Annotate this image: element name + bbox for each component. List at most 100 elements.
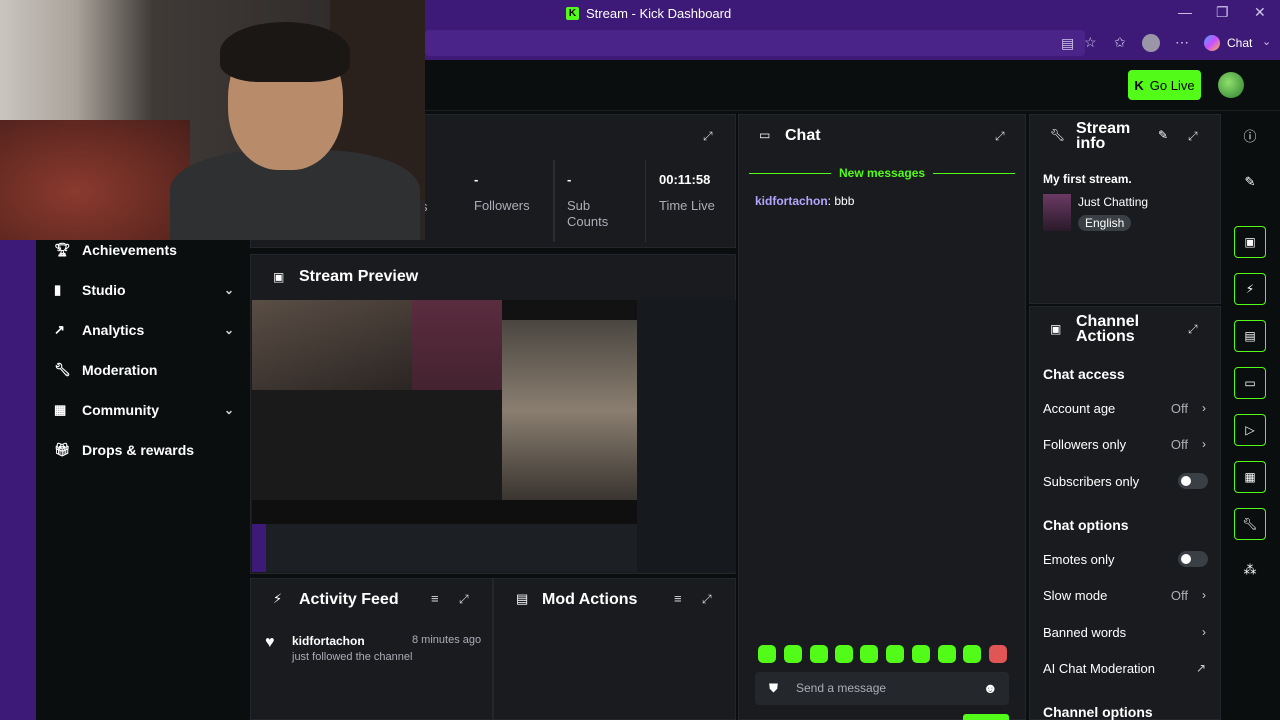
chat-panel: ▭ Chat ⤢ New messages kidfortachon: bbb xyxy=(738,114,1026,720)
more-icon[interactable]: ⋯ xyxy=(1175,34,1189,51)
filter-icon[interactable]: ≡ xyxy=(674,591,682,606)
ai-chat-moderation-row[interactable]: AI Chat Moderation ↗ xyxy=(1043,658,1208,678)
info-icon[interactable]: ⓘ xyxy=(1240,125,1260,145)
play-toggle-icon[interactable]: ▷ xyxy=(1234,414,1266,446)
slow-mode-value: Off xyxy=(1170,587,1188,603)
account-age-row[interactable]: Account age Off › xyxy=(1043,398,1208,418)
expand-icon[interactable]: ⤢ xyxy=(995,129,1005,144)
activity-user[interactable]: kidfortachon xyxy=(292,634,365,648)
chat-title: Chat xyxy=(785,127,821,144)
window-edge xyxy=(0,240,36,720)
wrench-icon: 🔧︎ xyxy=(1050,128,1066,142)
restore-icon[interactable]: ❐ xyxy=(1216,4,1229,21)
emoji-icon[interactable]: ☻ xyxy=(983,680,998,696)
list-toggle-icon[interactable]: ▤ xyxy=(1234,320,1266,352)
copilot-icon[interactable] xyxy=(1204,35,1220,51)
emote-icon[interactable] xyxy=(938,645,956,663)
expand-icon[interactable]: ⤢ xyxy=(1188,322,1198,337)
favorite-star-icon[interactable]: ☆ xyxy=(1084,34,1097,51)
chat-toggle-icon[interactable]: ▭ xyxy=(1234,367,1266,399)
emote-icon[interactable] xyxy=(784,645,802,663)
bolt-icon: ⚡︎ xyxy=(273,591,283,606)
expand-icon[interactable]: ⤢ xyxy=(1188,129,1198,144)
avatar[interactable] xyxy=(1218,72,1244,98)
stat-time-live: 00:11:58 Time Live xyxy=(646,160,734,242)
mod-actions-panel: ▤ Mod Actions ≡ ⤢ xyxy=(493,578,736,720)
emote-icon[interactable] xyxy=(989,645,1007,663)
chevron-down-icon[interactable]: ⌄ xyxy=(1262,35,1271,48)
wrench-toggle-icon[interactable]: 🔧︎ xyxy=(1234,508,1266,540)
stream-category[interactable]: Just Chatting xyxy=(1078,195,1148,209)
close-window-icon[interactable]: ✕ xyxy=(1254,4,1266,21)
external-link-icon: ↗ xyxy=(1195,661,1206,675)
chevron-down-icon: ⌄ xyxy=(223,323,234,337)
activity-feed-title: Activity Feed xyxy=(299,591,399,608)
expand-icon[interactable]: ⤢ xyxy=(703,129,713,144)
new-messages-label: New messages xyxy=(831,166,934,180)
subscribers-only-toggle[interactable] xyxy=(1178,473,1208,489)
language-badge: English xyxy=(1078,215,1132,231)
sidebar-item-moderation[interactable]: 🔧︎ Moderation xyxy=(54,355,234,385)
followers-label: Followers xyxy=(474,198,530,213)
chat-username[interactable]: kidfortachon xyxy=(755,194,828,208)
emotes-only-row: Emotes only xyxy=(1043,549,1208,569)
ai-chat-moderation-label: AI Chat Moderation xyxy=(1043,660,1156,676)
emote-icon[interactable] xyxy=(963,645,981,663)
edit-icon[interactable]: ✎ xyxy=(1158,128,1168,142)
banned-words-row[interactable]: Banned words › xyxy=(1043,622,1208,642)
slow-mode-row[interactable]: Slow mode Off › xyxy=(1043,585,1208,605)
sidebar-item-analytics[interactable]: ↗ Analytics ⌄ xyxy=(54,315,234,345)
sidebar-item-studio[interactable]: ▮ Studio ⌄ xyxy=(54,275,234,305)
go-live-label: Go Live xyxy=(1149,77,1195,93)
followers-only-value: Off xyxy=(1170,436,1188,452)
chat-access-heading: Chat access xyxy=(1043,366,1125,382)
chat-input[interactable]: ⛊ Send a message ☻ xyxy=(755,672,1009,705)
filter-icon[interactable]: ≡ xyxy=(431,591,439,606)
channel-icon: ▣ xyxy=(1050,322,1062,336)
collections-icon[interactable]: ✩ xyxy=(1114,34,1126,51)
activity-item: ♥ kidfortachon 8 minutes ago just follow… xyxy=(251,629,494,669)
edit-icon[interactable]: ✎ xyxy=(1240,172,1260,192)
chat-icon: ▭ xyxy=(759,128,771,142)
wrench-icon: 🔧︎ xyxy=(54,362,71,377)
emotes-only-toggle[interactable] xyxy=(1178,551,1208,567)
chat-button[interactable]: Chat xyxy=(1227,36,1252,50)
bolt-toggle-icon[interactable]: ⚡︎ xyxy=(1234,273,1266,305)
emotes-only-label: Emotes only xyxy=(1043,551,1115,567)
subs-label: Sub Counts xyxy=(567,198,609,229)
minimize-icon[interactable]: — xyxy=(1178,4,1192,20)
community-icon: ▦ xyxy=(54,402,67,417)
chevron-right-icon: › xyxy=(1202,401,1206,415)
stream-info-title: Stream info xyxy=(1076,120,1131,152)
preview-toggle-icon[interactable]: ▣ xyxy=(1234,226,1266,258)
subscribers-only-label: Subscribers only xyxy=(1043,473,1140,489)
sidebar-item-label: Studio xyxy=(82,282,126,298)
time-live-value: 00:11:58 xyxy=(659,172,711,187)
stream-preview-title: Stream Preview xyxy=(299,268,419,285)
emote-icon[interactable] xyxy=(912,645,930,663)
chevron-down-icon: ⌄ xyxy=(223,403,234,417)
emote-icon[interactable] xyxy=(835,645,853,663)
sidebar-item-label: Moderation xyxy=(82,362,158,378)
profile-icon[interactable] xyxy=(1142,34,1160,52)
address-bar[interactable] xyxy=(425,30,1085,56)
emote-icon[interactable] xyxy=(810,645,828,663)
followers-only-row[interactable]: Followers only Off › xyxy=(1043,434,1208,454)
widgets-icon[interactable]: ⁂ xyxy=(1240,560,1260,580)
expand-icon[interactable]: ⤢ xyxy=(702,592,712,607)
emote-icon[interactable] xyxy=(758,645,776,663)
sidebar-item-drops[interactable]: 🎁︎ Drops & rewards xyxy=(54,435,234,465)
go-live-button[interactable]: K Go Live xyxy=(1128,70,1201,100)
reader-icon[interactable]: ▤ xyxy=(1061,35,1074,52)
expand-icon[interactable]: ⤢ xyxy=(459,592,469,607)
stat-subs: - Sub Counts xyxy=(554,160,646,242)
sidebar-item-community[interactable]: ▦ Community ⌄ xyxy=(54,395,234,425)
stream-preview-image xyxy=(252,300,736,572)
send-button[interactable] xyxy=(963,714,1009,720)
emote-icon[interactable] xyxy=(886,645,904,663)
emote-icon[interactable] xyxy=(860,645,878,663)
chevron-right-icon: › xyxy=(1202,625,1206,639)
channel-toggle-icon[interactable]: ▦ xyxy=(1234,461,1266,493)
analytics-icon: ↗ xyxy=(54,322,65,337)
chat-options-heading: Chat options xyxy=(1043,517,1129,533)
